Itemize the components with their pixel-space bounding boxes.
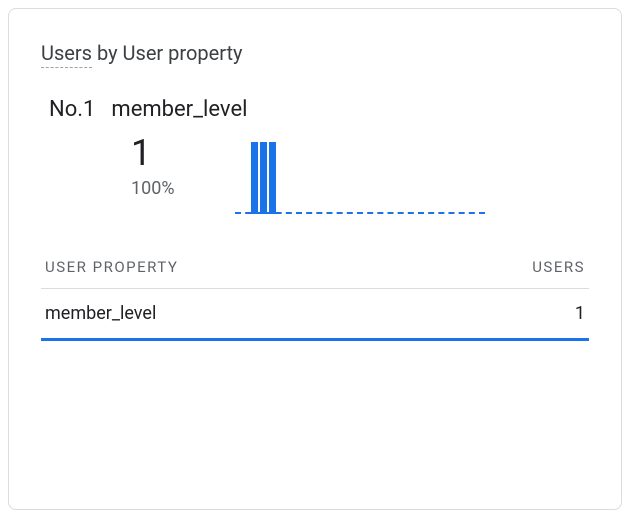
title-by: by xyxy=(97,41,118,65)
table-cell-value: 1 xyxy=(575,303,585,324)
top-value: 1 xyxy=(131,134,175,174)
table-row[interactable]: member_level 1 xyxy=(41,289,589,341)
table-cell-name: member_level xyxy=(45,303,156,324)
rank-row: No.1 member_level xyxy=(41,97,589,122)
table-header-metric: USERS xyxy=(532,258,585,276)
table-header-dimension: USER PROPERTY xyxy=(45,258,178,276)
spark-bar xyxy=(260,142,267,214)
title-metric[interactable]: Users xyxy=(41,41,92,68)
analytics-card: Users by User property No.1 member_level… xyxy=(8,8,622,510)
top-percentage: 100% xyxy=(131,178,175,199)
spark-bar xyxy=(251,142,258,214)
title-dimension: User property xyxy=(123,41,243,65)
sparkline-baseline xyxy=(235,212,485,214)
rank-label: No.1 xyxy=(49,97,95,122)
data-table: USER PROPERTY USERS member_level 1 xyxy=(41,250,589,341)
sparkline-chart xyxy=(235,138,485,214)
rank-name: member_level xyxy=(111,97,247,122)
card-title: Users by User property xyxy=(41,41,589,65)
stats-row: 1 100% xyxy=(41,134,589,214)
spark-bar xyxy=(269,142,276,214)
stats-numbers: 1 100% xyxy=(131,134,175,199)
table-header: USER PROPERTY USERS xyxy=(41,250,589,289)
